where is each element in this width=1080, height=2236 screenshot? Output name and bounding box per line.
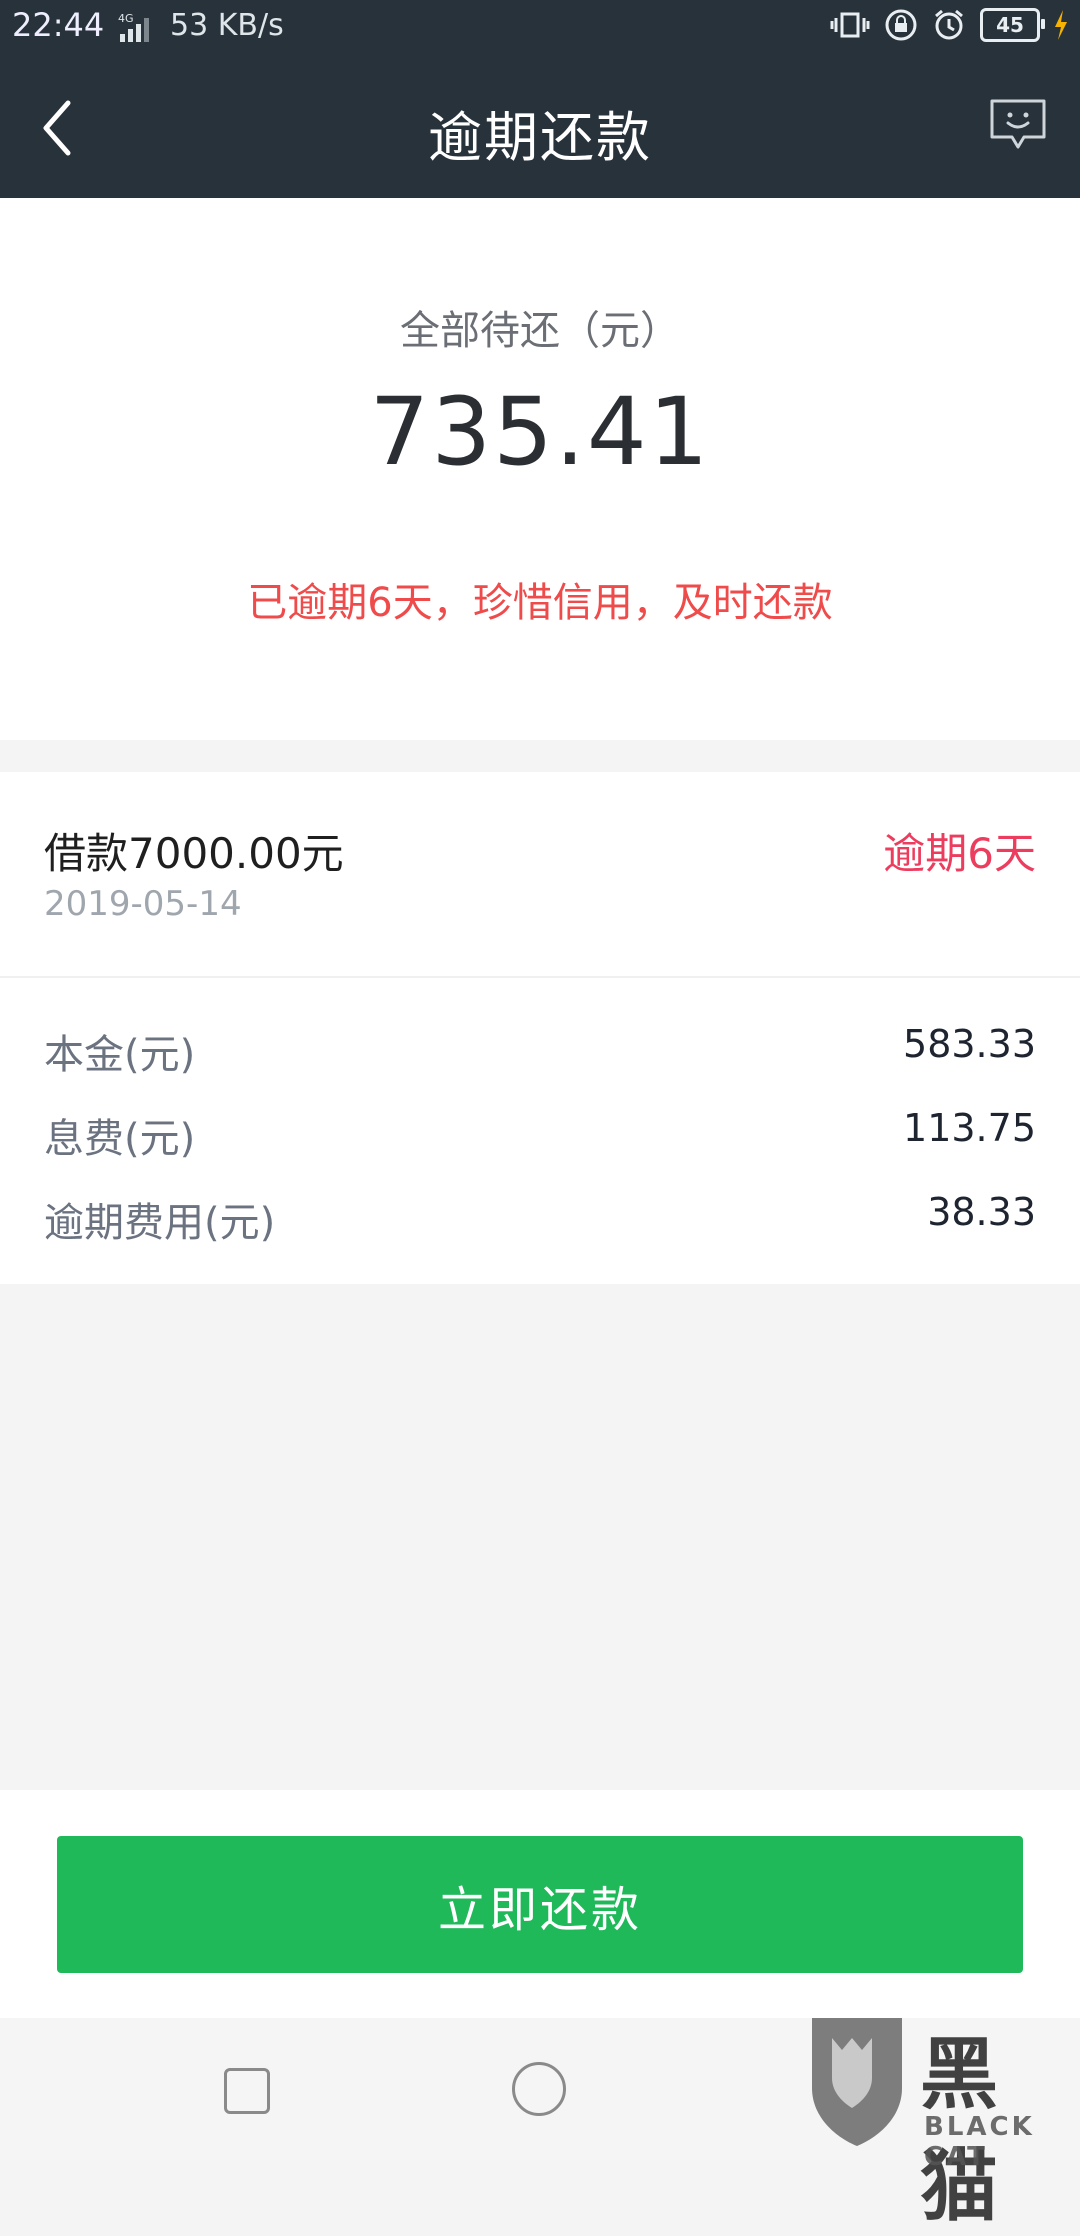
loan-item: 借款7000.00元 2019-05-14 逾期6天 <box>0 772 1080 978</box>
detail-value: 583.33 <box>903 1022 1036 1066</box>
fee-details: 本金(元) 583.33 息费(元) 113.75 逾期费用(元) 38.33 <box>0 978 1080 1284</box>
battery-level: 45 <box>996 13 1024 37</box>
black-cat-logo-icon <box>812 2018 902 2146</box>
charging-icon <box>1055 10 1067 40</box>
action-panel: 立即还款 <box>0 1790 1080 2018</box>
home-button[interactable] <box>512 2062 566 2116</box>
overdue-warning: 已逾期6天，珍惜信用，及时还款 <box>247 580 833 626</box>
chat-smile-icon <box>990 99 1046 149</box>
total-due-label: 全部待还（元） <box>400 308 680 354</box>
overdue-status-badge: 逾期6天 <box>883 829 1036 878</box>
detail-value: 38.33 <box>927 1190 1036 1234</box>
svg-text:4G: 4G <box>118 12 134 25</box>
detail-row-principal: 本金(元) 583.33 <box>0 1022 1080 1102</box>
alarm-icon <box>935 9 963 40</box>
system-nav-bar: 黑猫 BLACK CAT <box>0 2018 1080 2232</box>
detail-row-interest: 息费(元) 113.75 <box>0 1106 1080 1186</box>
status-bar: 22:44 4G 53 KB/s 45 <box>0 0 1080 55</box>
watermark: 黑猫 BLACK CAT <box>802 2004 1072 2232</box>
page-title: 逾期还款 <box>428 106 652 169</box>
battery-icon: 45 <box>980 8 1045 42</box>
signal-icon: 4G <box>118 10 162 48</box>
repay-now-button[interactable]: 立即还款 <box>57 1836 1023 1973</box>
total-due-amount: 735.41 <box>369 378 711 487</box>
detail-value: 113.75 <box>903 1106 1036 1150</box>
status-time: 22:44 <box>12 6 105 44</box>
detail-label: 本金(元) <box>44 1032 196 1078</box>
detail-label: 息费(元) <box>44 1116 196 1162</box>
loan-date: 2019-05-14 <box>44 884 242 924</box>
watermark-en: BLACK CAT <box>924 2112 1035 2172</box>
status-icons: 45 <box>830 8 1068 42</box>
customer-service-button[interactable] <box>988 95 1048 155</box>
title-bar: 逾期还款 <box>0 55 1080 198</box>
loan-amount-title: 借款7000.00元 <box>44 829 344 878</box>
detail-label: 逾期费用(元) <box>44 1200 276 1246</box>
network-speed: 53 KB/s <box>170 8 284 43</box>
repayment-summary: 全部待还（元） 735.41 已逾期6天，珍惜信用，及时还款 <box>0 198 1080 740</box>
vibrate-icon <box>830 12 870 38</box>
lock-rotation-icon <box>885 9 917 41</box>
detail-row-overdue-fee: 逾期费用(元) 38.33 <box>0 1190 1080 1270</box>
recent-apps-button[interactable] <box>224 2068 270 2114</box>
